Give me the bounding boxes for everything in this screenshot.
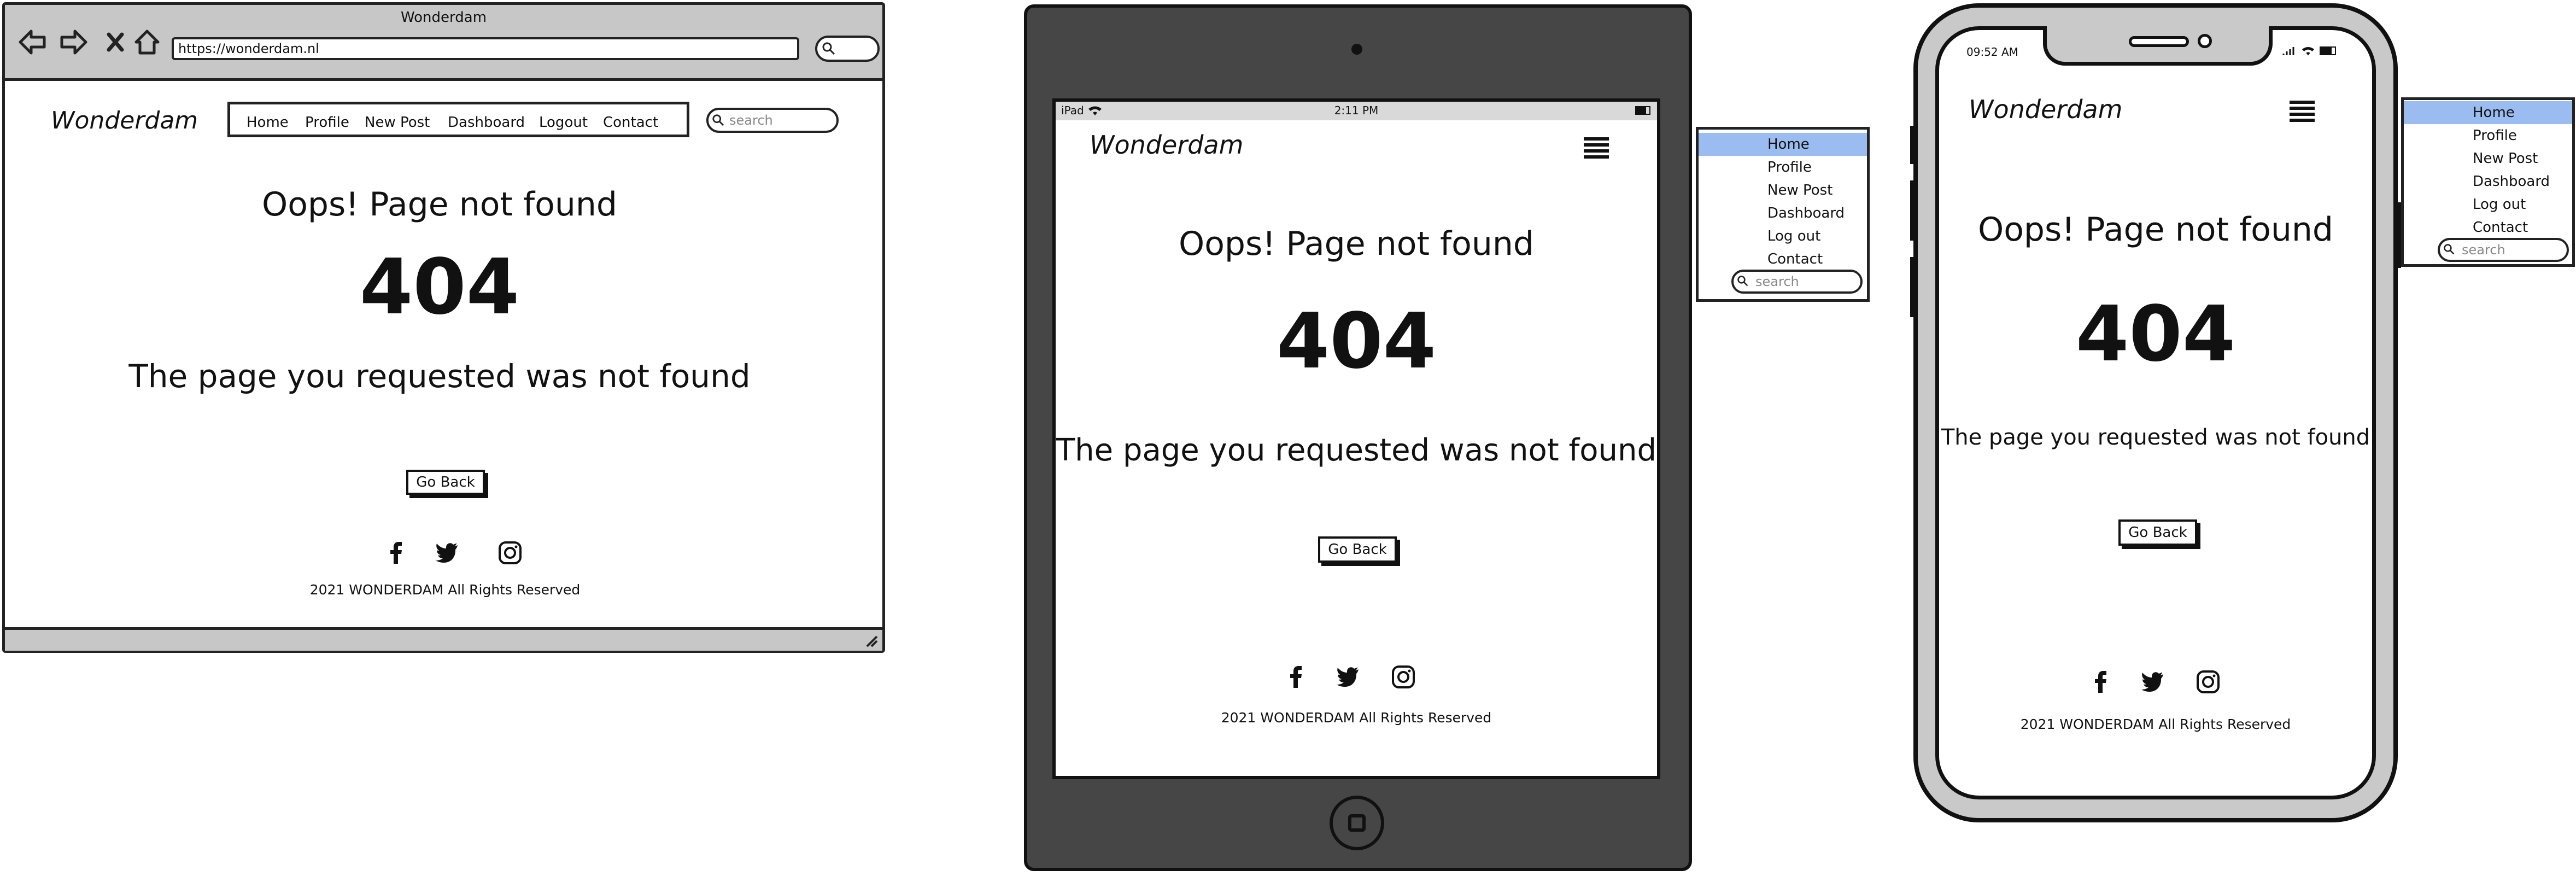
nav-dashboard[interactable]: Dashboard: [448, 114, 525, 131]
status-bar: iPad 2:11 PM: [1056, 102, 1657, 120]
browser-search-box[interactable]: [815, 36, 880, 62]
phone-dropdown-menu: Home Profile New Post Dashboard Log out …: [2401, 97, 2575, 267]
instagram-icon[interactable]: [1391, 665, 1415, 689]
twitter-icon[interactable]: [435, 541, 459, 565]
instagram-icon[interactable]: [498, 541, 522, 565]
nav-contact[interactable]: Contact: [603, 114, 658, 131]
phone-side-button: [1910, 257, 1916, 317]
go-back-button[interactable]: Go Back: [2118, 519, 2197, 546]
menu-item-logout[interactable]: Log out: [1699, 225, 1867, 248]
menu-item-dashboard[interactable]: Dashboard: [2404, 170, 2572, 193]
error-code: 404: [2075, 290, 2236, 379]
browser-statusbar: [5, 627, 882, 651]
url-input[interactable]: https://wonderdam.nl: [172, 37, 799, 60]
error-message: The page you requested was not found: [128, 358, 751, 395]
footer-copyright: 2021 WONDERDAM All Rights Reserved: [2020, 716, 2291, 732]
site-logo[interactable]: Wonderdam: [51, 107, 198, 135]
speaker-grille: [2129, 36, 2189, 47]
footer-copyright: 2021 WONDERDAM All Rights Reserved: [309, 582, 581, 598]
search-icon: [822, 42, 835, 55]
camera-icon: [1351, 44, 1362, 55]
tablet-dropdown-menu: Home Profile New Post Dashboard Log out …: [1696, 127, 1870, 302]
twitter-icon[interactable]: [2140, 670, 2164, 694]
browser-toolbar: Wonderdam https://wonderdam.nl: [5, 5, 882, 81]
menu-item-dashboard[interactable]: Dashboard: [1699, 202, 1867, 225]
status-time: 09:52 AM: [1966, 45, 2018, 59]
resize-handle-icon[interactable]: [864, 633, 879, 649]
phone-notch: [2043, 26, 2273, 66]
menu-item-new-post[interactable]: New Post: [1699, 179, 1867, 202]
twitter-icon[interactable]: [1336, 665, 1360, 689]
back-arrow-icon[interactable]: [16, 26, 49, 59]
hamburger-menu-icon[interactable]: [1583, 136, 1610, 160]
tablet-screen: iPad 2:11 PM Wonderdam Oops! Page not fo…: [1052, 98, 1660, 779]
hamburger-menu-icon[interactable]: [2288, 99, 2316, 123]
desktop-browser-window: Wonderdam https://wonderdam.nl Wonderdam…: [2, 2, 885, 653]
instagram-icon[interactable]: [2196, 670, 2220, 694]
window-title: Wonderdam: [400, 9, 487, 26]
nav-new-post[interactable]: New Post: [365, 114, 430, 131]
battery-icon: [2320, 46, 2336, 55]
error-message: The page you requested was not found: [1056, 433, 1657, 468]
camera-icon: [2198, 34, 2212, 48]
menu-search-input[interactable]: search: [2438, 238, 2569, 262]
facebook-icon[interactable]: [2089, 670, 2113, 694]
phone-screen: 09:52 AM Wonderdam Oops! Page not found …: [1935, 26, 2376, 799]
main-navigation: Home Profile New Post Dashboard Logout C…: [227, 102, 689, 137]
error-heading: Oops! Page not found: [261, 185, 618, 224]
menu-item-logout[interactable]: Log out: [2404, 193, 2572, 216]
menu-item-profile[interactable]: Profile: [1699, 156, 1867, 179]
error-code: 404: [1276, 297, 1437, 386]
menu-search-input[interactable]: search: [1731, 270, 1863, 294]
battery-icon: [1635, 106, 1650, 115]
close-icon[interactable]: [99, 26, 132, 59]
site-logo[interactable]: Wonderdam: [1969, 95, 2122, 124]
error-heading: Oops! Page not found: [1178, 225, 1535, 263]
menu-item-contact[interactable]: Contact: [2404, 216, 2572, 239]
home-button[interactable]: [1330, 796, 1384, 850]
nav-profile[interactable]: Profile: [305, 114, 349, 131]
phone-side-button: [1910, 126, 1916, 164]
home-icon[interactable]: [131, 26, 163, 59]
menu-item-new-post[interactable]: New Post: [2404, 147, 2572, 170]
search-icon: [1737, 276, 1748, 287]
search-icon: [2444, 244, 2455, 255]
facebook-icon[interactable]: [384, 541, 408, 565]
menu-item-home[interactable]: Home: [2404, 101, 2572, 124]
forward-arrow-icon[interactable]: [57, 26, 90, 59]
go-back-button[interactable]: Go Back: [406, 470, 485, 495]
wifi-icon: [2302, 47, 2315, 56]
menu-item-profile[interactable]: Profile: [2404, 124, 2572, 147]
phone-side-button: [1910, 180, 1916, 241]
menu-item-home[interactable]: Home: [1699, 133, 1867, 156]
signal-icon: [2282, 47, 2294, 55]
status-time: 2:11 PM: [1334, 104, 1379, 117]
error-message: The page you requested was not found: [1941, 425, 2370, 450]
nav-home[interactable]: Home: [247, 114, 289, 131]
go-back-button[interactable]: Go Back: [1318, 536, 1397, 563]
menu-item-contact[interactable]: Contact: [1699, 248, 1867, 271]
footer-copyright: 2021 WONDERDAM All Rights Reserved: [1221, 710, 1492, 726]
facebook-icon[interactable]: [1284, 665, 1308, 689]
nav-logout[interactable]: Logout: [539, 114, 588, 131]
error-code: 404: [359, 243, 520, 332]
phone-side-button: [2396, 202, 2401, 268]
search-icon: [712, 114, 724, 126]
site-logo[interactable]: Wonderdam: [1090, 130, 1243, 160]
error-heading: Oops! Page not found: [1977, 211, 2334, 249]
search-input[interactable]: search: [706, 108, 839, 133]
